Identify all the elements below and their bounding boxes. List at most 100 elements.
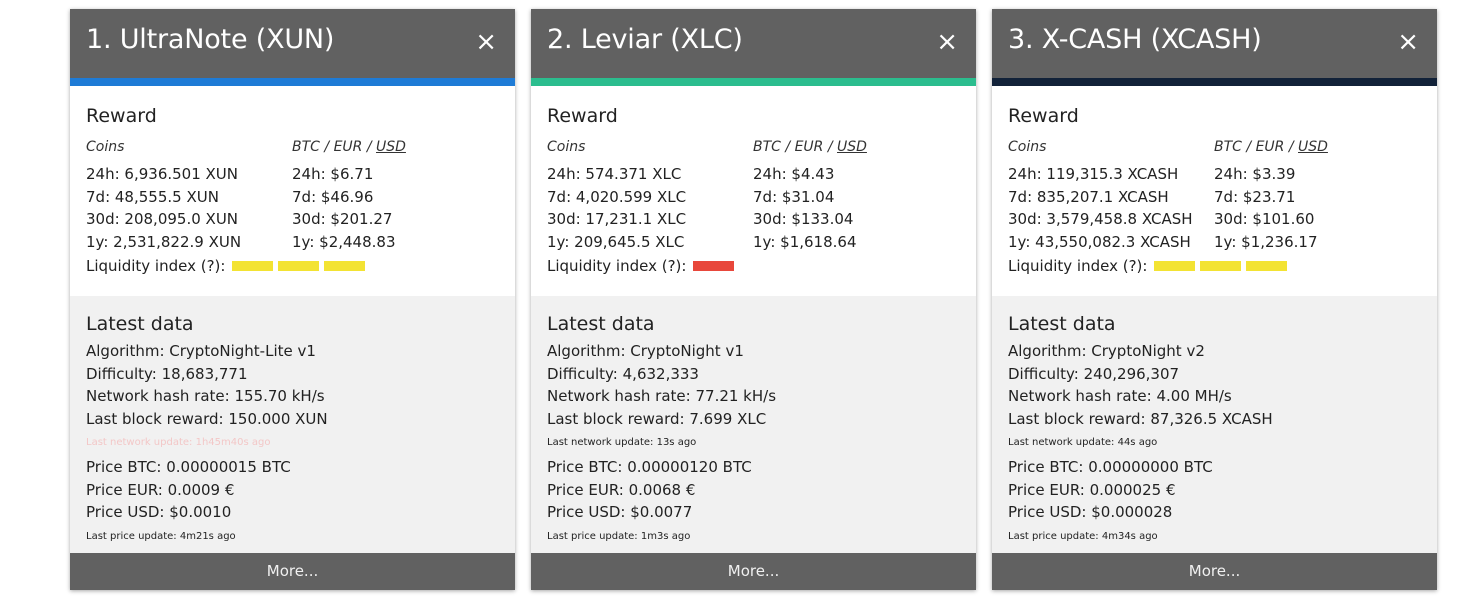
liquidity-index: Liquidity index (?): [1008, 257, 1421, 275]
separator: / [319, 139, 334, 155]
price-eur-text: Price EUR: 0.000025 € [1008, 480, 1176, 499]
reward-coins-7d: 7d: 835,207.1 XCASH [1008, 187, 1169, 206]
reward-fiat-7d: 7d: $31.04 [753, 187, 835, 206]
latest-data-heading: Latest data [86, 313, 194, 335]
reward-coins-30d: 30d: 3,579,458.8 XCASH [1008, 210, 1193, 228]
separator: / [362, 139, 377, 155]
liquidity-bar [232, 261, 274, 271]
accent-bar [992, 78, 1437, 86]
fiat-header: BTC / EUR / USD [753, 139, 867, 155]
reward-coins-30d: 30d: 208,095.0 XUN [86, 210, 239, 228]
difficulty-text: Difficulty: 18,683,771 [86, 364, 248, 383]
reward-coins-24h: 24h: 574.371 XLC [547, 165, 682, 183]
reward-fiat-1y: 1y: $1,618.64 [753, 232, 857, 251]
card-title[interactable]: 2. Leviar (XLC) [547, 24, 743, 55]
reward-heading: Reward [86, 105, 157, 127]
latest-data-section: Latest data Algorithm: CryptoNight-Lite … [70, 296, 515, 561]
hashrate-text: Network hash rate: 77.21 kH/s [547, 387, 777, 405]
fiat-header: BTC / EUR / USD [292, 139, 406, 155]
reward-fiat-1y: 1y: $2,448.83 [292, 232, 396, 251]
separator: / [1284, 139, 1299, 155]
liquidity-bar [1246, 261, 1288, 271]
coins-column: Coins 24h: 6,936.501 XUN 7d: 48,555.5 XU… [86, 139, 241, 253]
liquidity-bar [693, 261, 735, 271]
usd-toggle[interactable]: USD [837, 139, 867, 155]
price-usd-text: Price USD: $0.0010 [86, 503, 232, 521]
reward-heading: Reward [547, 105, 618, 127]
latest-data-rows: Algorithm: CryptoNight v2 Difficulty: 24… [1008, 340, 1421, 550]
reward-fiat-24h: 24h: $3.39 [1214, 165, 1296, 183]
fiat-column: BTC / EUR / USD 24h: $6.71 7d: $46.96 30… [292, 139, 406, 253]
fiat-column: BTC / EUR / USD 24h: $3.39 7d: $23.71 30… [1214, 139, 1328, 253]
btc-toggle[interactable]: BTC [292, 139, 320, 155]
liquidity-index: Liquidity index (?): [547, 257, 960, 275]
coins-header: Coins [86, 139, 125, 155]
eur-toggle[interactable]: EUR [334, 139, 363, 155]
price-btc-text: Price BTC: 0.00000120 BTC [547, 458, 752, 476]
liquidity-bars [225, 257, 366, 275]
more-button[interactable]: More... [531, 553, 976, 590]
network-update-text: Last network update: 13s ago [547, 437, 697, 448]
btc-toggle[interactable]: BTC [1214, 139, 1242, 155]
reward-coins-30d: 30d: 17,231.1 XLC [547, 210, 687, 228]
reward-coins-24h: 24h: 6,936.501 XUN [86, 165, 238, 183]
price-usd-text: Price USD: $0.0077 [547, 503, 693, 521]
reward-fiat-7d: 7d: $23.71 [1214, 187, 1296, 206]
separator: / [780, 139, 795, 155]
reward-coins-1y: 1y: 2,531,822.9 XUN [86, 232, 242, 251]
price-update-text: Last price update: 4m34s ago [1008, 530, 1158, 542]
reward-fiat-30d: 30d: $101.60 [1214, 210, 1315, 228]
usd-toggle[interactable]: USD [376, 139, 406, 155]
reward-fiat-24h: 24h: $6.71 [292, 165, 374, 183]
btc-toggle[interactable]: BTC [753, 139, 781, 155]
price-eur-text: Price EUR: 0.0068 € [547, 480, 696, 499]
difficulty-text: Difficulty: 240,296,307 [1008, 364, 1180, 383]
reward-fiat-24h: 24h: $4.43 [753, 165, 835, 183]
liquidity-index: Liquidity index (?): [86, 257, 499, 275]
liquidity-bar [1200, 261, 1242, 271]
reward-grid: Coins 24h: 6,936.501 XUN 7d: 48,555.5 XU… [86, 139, 499, 257]
latest-data-section: Latest data Algorithm: CryptoNight v1 Di… [531, 296, 976, 561]
accent-bar [531, 78, 976, 86]
reward-coins-1y: 1y: 209,645.5 XLC [547, 232, 685, 251]
reward-fiat-1y: 1y: $1,236.17 [1214, 232, 1318, 251]
coin-card: 2. Leviar (XLC) × Reward Coins 24h: 574.… [531, 9, 976, 590]
reward-grid: Coins 24h: 574.371 XLC 7d: 4,020.599 XLC… [547, 139, 960, 257]
card-title[interactable]: 1. UltraNote (XUN) [86, 24, 334, 55]
more-button[interactable]: More... [70, 553, 515, 590]
liquidity-label[interactable]: Liquidity index (?): [1008, 257, 1147, 275]
coins-column: Coins 24h: 119,315.3 XCASH 7d: 835,207.1… [1008, 139, 1193, 253]
eur-toggle[interactable]: EUR [795, 139, 824, 155]
liquidity-label[interactable]: Liquidity index (?): [547, 257, 686, 275]
reward-section: Reward Coins 24h: 119,315.3 XCASH 7d: 83… [992, 86, 1437, 296]
network-update-text: Last network update: 44s ago [1008, 437, 1158, 448]
block-reward-text: Last block reward: 87,326.5 XCASH [1008, 409, 1273, 428]
coin-card-list: 1. UltraNote (XUN) × Reward Coins 24h: 6… [0, 0, 1459, 600]
latest-data-heading: Latest data [1008, 313, 1116, 335]
close-icon[interactable]: × [936, 29, 958, 55]
block-reward-text: Last block reward: 7.699 XLC [547, 409, 767, 428]
separator: / [1241, 139, 1256, 155]
reward-section: Reward Coins 24h: 6,936.501 XUN 7d: 48,5… [70, 86, 515, 296]
price-btc-text: Price BTC: 0.00000015 BTC [86, 458, 291, 476]
card-title[interactable]: 3. X-CASH (XCASH) [1008, 24, 1262, 55]
price-usd-text: Price USD: $0.000028 [1008, 503, 1173, 521]
liquidity-label[interactable]: Liquidity index (?): [86, 257, 225, 275]
latest-data-heading: Latest data [547, 313, 655, 335]
hashrate-text: Network hash rate: 4.00 MH/s [1008, 387, 1232, 405]
usd-toggle[interactable]: USD [1298, 139, 1328, 155]
close-icon[interactable]: × [1397, 29, 1419, 55]
price-btc-text: Price BTC: 0.00000000 BTC [1008, 458, 1213, 476]
liquidity-bars [1147, 257, 1288, 275]
reward-fiat-7d: 7d: $46.96 [292, 187, 374, 206]
close-icon[interactable]: × [475, 29, 497, 55]
block-reward-text: Last block reward: 150.000 XUN [86, 409, 328, 428]
reward-section: Reward Coins 24h: 574.371 XLC 7d: 4,020.… [531, 86, 976, 296]
eur-toggle[interactable]: EUR [1256, 139, 1285, 155]
card-header: 1. UltraNote (XUN) × [70, 9, 515, 78]
more-button[interactable]: More... [992, 553, 1437, 590]
reward-coins-7d: 7d: 48,555.5 XUN [86, 187, 219, 206]
price-update-text: Last price update: 4m21s ago [86, 530, 236, 542]
card-header: 3. X-CASH (XCASH) × [992, 9, 1437, 78]
fiat-header: BTC / EUR / USD [1214, 139, 1328, 155]
